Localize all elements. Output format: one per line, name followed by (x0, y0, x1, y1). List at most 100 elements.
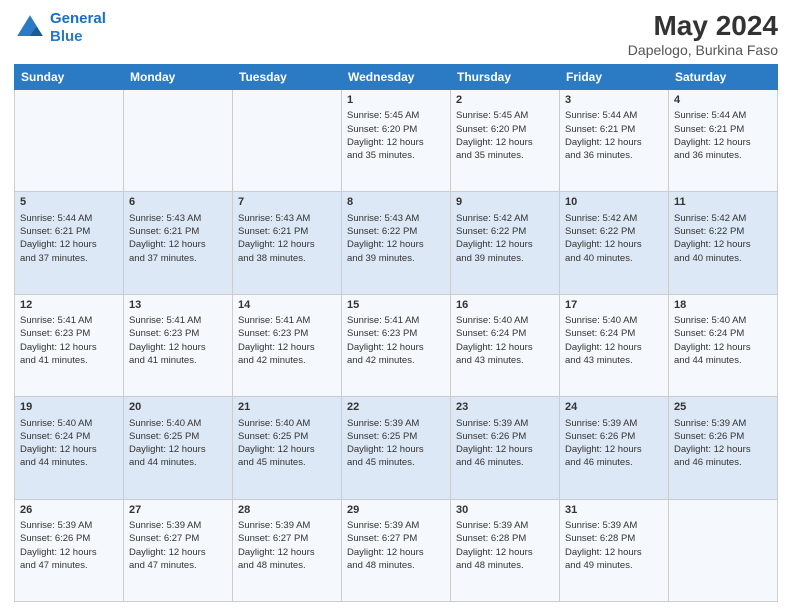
day-cell: 1Sunrise: 5:45 AM Sunset: 6:20 PM Daylig… (342, 90, 451, 192)
day-number: 1 (347, 93, 445, 108)
header-cell-thursday: Thursday (451, 65, 560, 90)
day-cell: 26Sunrise: 5:39 AM Sunset: 6:26 PM Dayli… (15, 499, 124, 601)
day-info: Sunrise: 5:42 AM Sunset: 6:22 PM Dayligh… (565, 212, 663, 265)
page: General Blue May 2024 Dapelogo, Burkina … (0, 0, 792, 612)
day-number: 8 (347, 195, 445, 210)
day-number: 24 (565, 400, 663, 415)
day-info: Sunrise: 5:44 AM Sunset: 6:21 PM Dayligh… (20, 212, 118, 265)
day-cell: 16Sunrise: 5:40 AM Sunset: 6:24 PM Dayli… (451, 294, 560, 396)
day-info: Sunrise: 5:44 AM Sunset: 6:21 PM Dayligh… (674, 109, 772, 162)
day-number: 13 (129, 298, 227, 313)
day-info: Sunrise: 5:39 AM Sunset: 6:26 PM Dayligh… (456, 417, 554, 470)
day-cell: 15Sunrise: 5:41 AM Sunset: 6:23 PM Dayli… (342, 294, 451, 396)
day-cell: 12Sunrise: 5:41 AM Sunset: 6:23 PM Dayli… (15, 294, 124, 396)
day-info: Sunrise: 5:41 AM Sunset: 6:23 PM Dayligh… (347, 314, 445, 367)
day-cell (233, 90, 342, 192)
day-number: 28 (238, 503, 336, 518)
day-cell: 23 Sunrise: 5:39 AM Sunset: 6:26 PM Dayli… (451, 397, 560, 499)
header-cell-sunday: Sunday (15, 65, 124, 90)
day-cell: 5Sunrise: 5:44 AM Sunset: 6:21 PM Daylig… (15, 192, 124, 294)
day-number: 4 (674, 93, 772, 108)
day-cell: 8 Sunrise: 5:43 AM Sunset: 6:22 PM Daylig… (342, 192, 451, 294)
day-cell: 30Sunrise: 5:39 AM Sunset: 6:28 PM Dayli… (451, 499, 560, 601)
day-number: 30 (456, 503, 554, 518)
day-number: 21 (238, 400, 336, 415)
day-info: Sunrise: 5:45 AM Sunset: 6:20 PM Dayligh… (347, 109, 445, 162)
logo: General Blue (14, 10, 106, 46)
day-cell: 4Sunrise: 5:44 AM Sunset: 6:21 PM Daylig… (669, 90, 778, 192)
header-cell-wednesday: Wednesday (342, 65, 451, 90)
day-cell: 21 Sunrise: 5:40 AM Sunset: 6:25 PM Dayli… (233, 397, 342, 499)
day-info: Sunrise: 5:39 AM Sunset: 6:26 PM Dayligh… (565, 417, 663, 470)
day-cell: 2Sunrise: 5:45 AM Sunset: 6:20 PM Daylig… (451, 90, 560, 192)
day-number: 2 (456, 93, 554, 108)
day-info: Sunrise: 5:45 AM Sunset: 6:20 PM Dayligh… (456, 109, 554, 162)
day-cell: 29Sunrise: 5:39 AM Sunset: 6:27 PM Dayli… (342, 499, 451, 601)
day-cell: 20 Sunrise: 5:40 AM Sunset: 6:25 PM Dayli… (124, 397, 233, 499)
day-number: 10 (565, 195, 663, 210)
day-cell: 13Sunrise: 5:41 AM Sunset: 6:23 PM Dayli… (124, 294, 233, 396)
day-number: 27 (129, 503, 227, 518)
day-info: Sunrise: 5:43 AM Sunset: 6:22 PM Dayligh… (347, 212, 445, 265)
logo-icon (14, 12, 46, 44)
header-row: SundayMondayTuesdayWednesdayThursdayFrid… (15, 65, 778, 90)
day-info: Sunrise: 5:39 AM Sunset: 6:25 PM Dayligh… (347, 417, 445, 470)
day-cell: 25 Sunrise: 5:39 AM Sunset: 6:26 PM Dayli… (669, 397, 778, 499)
day-cell: 28Sunrise: 5:39 AM Sunset: 6:27 PM Dayli… (233, 499, 342, 601)
week-row-1: 1Sunrise: 5:45 AM Sunset: 6:20 PM Daylig… (15, 90, 778, 192)
day-info: Sunrise: 5:40 AM Sunset: 6:24 PM Dayligh… (20, 417, 118, 470)
day-number: 23 (456, 400, 554, 415)
day-number: 7 (238, 195, 336, 210)
day-cell: 3Sunrise: 5:44 AM Sunset: 6:21 PM Daylig… (560, 90, 669, 192)
header: General Blue May 2024 Dapelogo, Burkina … (14, 10, 778, 58)
day-number: 25 (674, 400, 772, 415)
title-block: May 2024 Dapelogo, Burkina Faso (628, 10, 778, 58)
day-cell: 24 Sunrise: 5:39 AM Sunset: 6:26 PM Dayli… (560, 397, 669, 499)
calendar-body: 1Sunrise: 5:45 AM Sunset: 6:20 PM Daylig… (15, 90, 778, 602)
day-number: 20 (129, 400, 227, 415)
week-row-5: 26Sunrise: 5:39 AM Sunset: 6:26 PM Dayli… (15, 499, 778, 601)
day-cell: 6 Sunrise: 5:43 AM Sunset: 6:21 PM Daylig… (124, 192, 233, 294)
day-cell: 9Sunrise: 5:42 AM Sunset: 6:22 PM Daylig… (451, 192, 560, 294)
week-row-3: 12 Sunrise: 5:41 AM Sunset: 6:23 PM Dayli… (15, 294, 778, 396)
day-number: 11 (674, 195, 772, 210)
day-info: Sunrise: 5:39 AM Sunset: 6:27 PM Dayligh… (238, 519, 336, 572)
day-cell: 14Sunrise: 5:41 AM Sunset: 6:23 PM Dayli… (233, 294, 342, 396)
day-cell: 11Sunrise: 5:42 AM Sunset: 6:22 PM Dayli… (669, 192, 778, 294)
day-cell: 17Sunrise: 5:40 AM Sunset: 6:24 PM Dayli… (560, 294, 669, 396)
day-cell: 10 Sunrise: 5:42 AM Sunset: 6:22 PM Dayli… (560, 192, 669, 294)
day-info: Sunrise: 5:39 AM Sunset: 6:26 PM Dayligh… (20, 519, 118, 572)
week-row-2: 5Sunrise: 5:44 AM Sunset: 6:21 PM Daylig… (15, 192, 778, 294)
day-info: Sunrise: 5:39 AM Sunset: 6:27 PM Dayligh… (129, 519, 227, 572)
day-info: Sunrise: 5:40 AM Sunset: 6:25 PM Dayligh… (238, 417, 336, 470)
calendar-header: SundayMondayTuesdayWednesdayThursdayFrid… (15, 65, 778, 90)
week-row-4: 19Sunrise: 5:40 AM Sunset: 6:24 PM Dayli… (15, 397, 778, 499)
day-info: Sunrise: 5:39 AM Sunset: 6:28 PM Dayligh… (565, 519, 663, 572)
day-cell (669, 499, 778, 601)
day-info: Sunrise: 5:40 AM Sunset: 6:24 PM Dayligh… (674, 314, 772, 367)
day-info: Sunrise: 5:41 AM Sunset: 6:23 PM Dayligh… (238, 314, 336, 367)
day-cell (15, 90, 124, 192)
day-info: Sunrise: 5:39 AM Sunset: 6:28 PM Dayligh… (456, 519, 554, 572)
day-number: 22 (347, 400, 445, 415)
day-number: 12 (20, 298, 118, 313)
day-info: Sunrise: 5:39 AM Sunset: 6:26 PM Dayligh… (674, 417, 772, 470)
day-number: 31 (565, 503, 663, 518)
day-info: Sunrise: 5:40 AM Sunset: 6:24 PM Dayligh… (456, 314, 554, 367)
main-title: May 2024 (628, 10, 778, 42)
day-info: Sunrise: 5:43 AM Sunset: 6:21 PM Dayligh… (129, 212, 227, 265)
day-number: 16 (456, 298, 554, 313)
day-cell: 7Sunrise: 5:43 AM Sunset: 6:21 PM Daylig… (233, 192, 342, 294)
header-cell-tuesday: Tuesday (233, 65, 342, 90)
day-number: 6 (129, 195, 227, 210)
day-number: 29 (347, 503, 445, 518)
day-info: Sunrise: 5:40 AM Sunset: 6:25 PM Dayligh… (129, 417, 227, 470)
day-info: Sunrise: 5:40 AM Sunset: 6:24 PM Dayligh… (565, 314, 663, 367)
logo-text: General Blue (50, 10, 106, 46)
day-number: 26 (20, 503, 118, 518)
day-cell: 19Sunrise: 5:40 AM Sunset: 6:24 PM Dayli… (15, 397, 124, 499)
day-info: Sunrise: 5:42 AM Sunset: 6:22 PM Dayligh… (456, 212, 554, 265)
day-cell: 31Sunrise: 5:39 AM Sunset: 6:28 PM Dayli… (560, 499, 669, 601)
day-info: Sunrise: 5:44 AM Sunset: 6:21 PM Dayligh… (565, 109, 663, 162)
day-number: 17 (565, 298, 663, 313)
